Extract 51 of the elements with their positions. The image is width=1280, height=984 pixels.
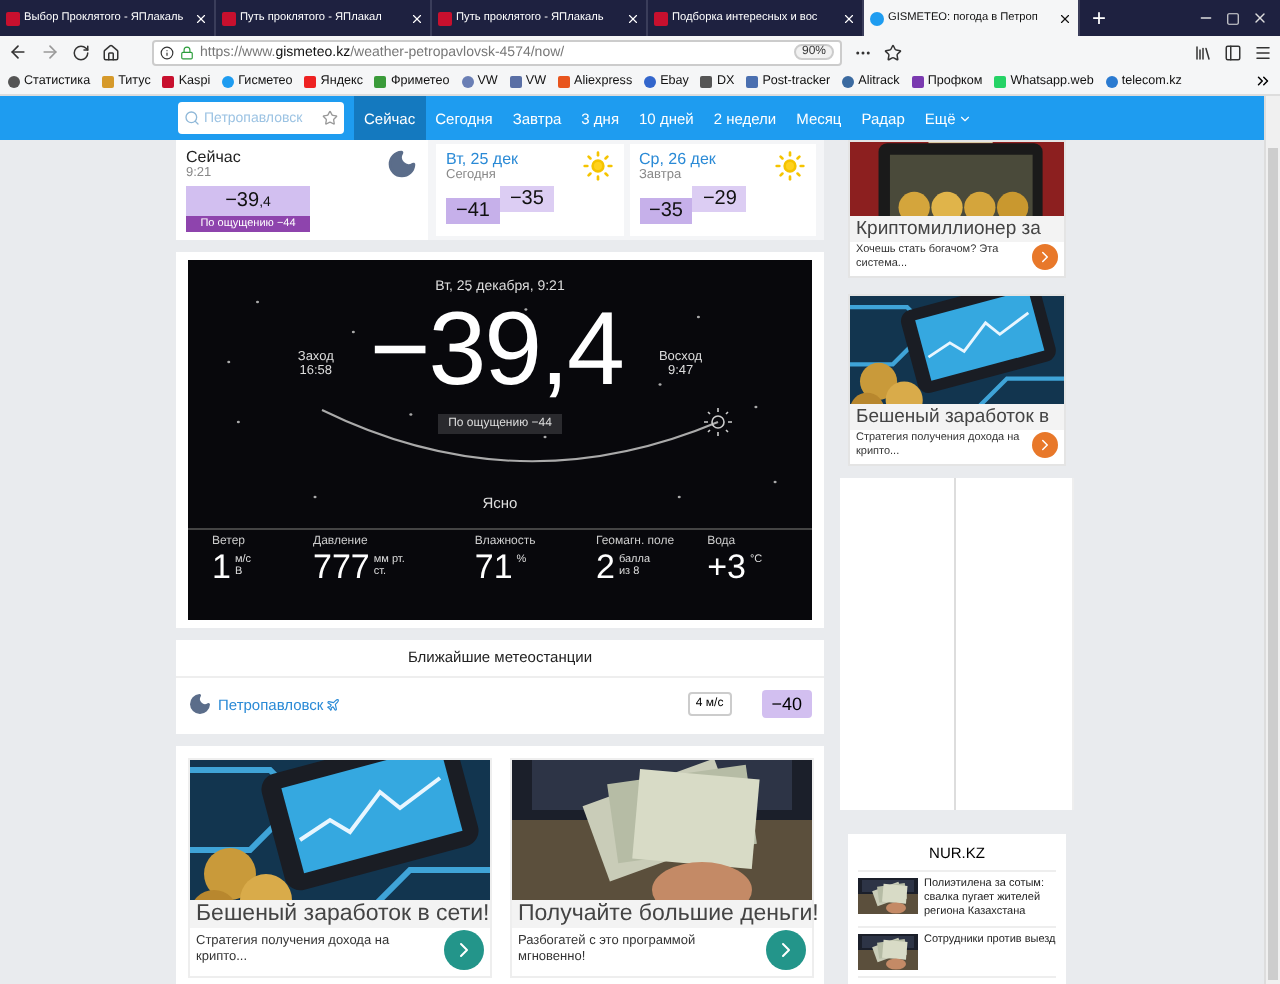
next-button[interactable] (1032, 432, 1058, 459)
next-button[interactable] (766, 930, 806, 970)
favicon-icon (6, 11, 20, 25)
favicon-icon (222, 11, 236, 25)
stat-value: 71 (474, 550, 513, 584)
day-label: Ср, 26 дек (639, 150, 716, 168)
stat-value: 1 (212, 550, 231, 584)
info-icon (160, 45, 174, 59)
moon-icon (188, 692, 212, 716)
ad-title: Бешеный заработок в (850, 404, 1064, 431)
home-icon[interactable] (102, 43, 120, 61)
favicon-icon (870, 11, 884, 25)
day-label: Вт, 25 дек (446, 150, 519, 168)
low-temperature: −35 (639, 198, 693, 224)
lock-icon (180, 45, 194, 59)
reload-icon[interactable] (72, 43, 90, 61)
temperature-badge: −40 (761, 690, 812, 718)
favicon-icon (654, 11, 668, 25)
menu-icon[interactable] (1254, 43, 1272, 61)
high-temperature: −29 (692, 186, 747, 212)
library-icon[interactable] (1194, 43, 1212, 61)
favicon-icon (438, 11, 452, 25)
sidebar-icon[interactable] (1224, 43, 1242, 61)
low-temperature: −41 (446, 198, 500, 224)
back-icon[interactable] (8, 42, 28, 62)
plane-icon (325, 697, 340, 711)
new-tab-button[interactable]: + (1080, 0, 1119, 36)
ad-title: Бешеный заработок в сети! (190, 900, 490, 928)
stat-value: 777 (313, 550, 370, 584)
stat-value: +3 (707, 550, 746, 584)
next-button[interactable] (444, 930, 484, 970)
ad-title: Получайте большие деньги! (512, 900, 812, 928)
chevron-icon (1036, 248, 1054, 267)
close-icon[interactable] (1058, 11, 1072, 25)
sun-icon (774, 150, 806, 182)
next-button[interactable] (1032, 244, 1058, 271)
caret-icon (957, 111, 972, 125)
maximize-icon[interactable] (1226, 11, 1240, 25)
sun-icon (581, 150, 613, 182)
chevrons-icon[interactable] (1254, 72, 1272, 90)
scrollbar[interactable] (1264, 96, 1280, 984)
star-icon[interactable] (322, 110, 338, 126)
temperature-text: −39,4 (369, 294, 623, 406)
now-label: Сейчас (186, 148, 243, 166)
chevron-icon (1036, 436, 1054, 455)
moon-icon (386, 148, 418, 180)
star-icon[interactable] (884, 43, 902, 61)
high-temperature: −35 (499, 186, 554, 212)
stat-value: 2 (595, 550, 615, 584)
forward-icon[interactable] (40, 42, 60, 62)
ad-title: Криптомиллионер за (850, 216, 1064, 242)
